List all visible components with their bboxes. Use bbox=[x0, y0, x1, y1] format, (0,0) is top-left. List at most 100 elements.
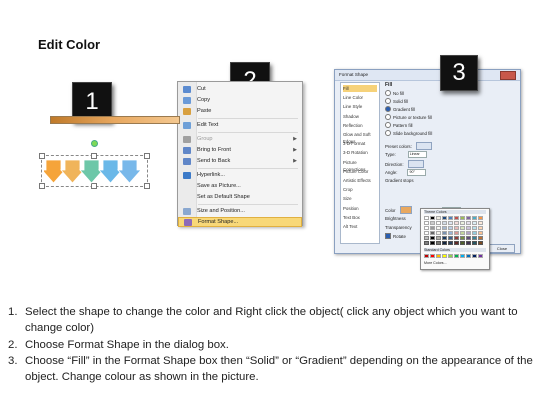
menu-item-send-to-back[interactable]: Send to Back ▶ bbox=[178, 156, 302, 166]
nav-item[interactable]: Alt Text bbox=[343, 223, 377, 230]
color-swatch[interactable] bbox=[466, 226, 471, 230]
nav-item[interactable]: Artistic Effects bbox=[343, 177, 377, 184]
color-swatch[interactable] bbox=[436, 236, 441, 240]
nav-item[interactable]: Line Color bbox=[343, 94, 377, 101]
color-swatch[interactable] bbox=[436, 231, 441, 235]
gradient-bar[interactable] bbox=[50, 116, 180, 124]
fill-option[interactable]: Gradient fill bbox=[385, 106, 415, 112]
nav-item[interactable]: Line Style bbox=[343, 103, 377, 110]
color-swatch[interactable] bbox=[460, 236, 465, 240]
color-swatch[interactable] bbox=[478, 254, 483, 258]
radio-button[interactable] bbox=[385, 114, 391, 120]
color-swatch[interactable] bbox=[472, 241, 477, 245]
color-swatch[interactable] bbox=[442, 236, 447, 240]
resize-handle-bottom-right[interactable] bbox=[144, 183, 150, 189]
color-swatch[interactable] bbox=[448, 231, 453, 235]
arrow-shape[interactable] bbox=[98, 159, 123, 184]
color-picker-button[interactable] bbox=[399, 206, 412, 214]
color-swatch[interactable] bbox=[448, 226, 453, 230]
color-swatch[interactable] bbox=[448, 216, 453, 220]
color-swatch[interactable] bbox=[448, 254, 453, 258]
color-swatch[interactable] bbox=[430, 254, 435, 258]
direction-dropdown[interactable] bbox=[407, 160, 424, 168]
color-swatch[interactable] bbox=[472, 231, 477, 235]
color-swatch[interactable] bbox=[424, 231, 429, 235]
nav-item[interactable]: Picture Color bbox=[343, 168, 377, 175]
color-swatch[interactable] bbox=[436, 216, 441, 220]
color-swatch[interactable] bbox=[478, 216, 483, 220]
color-swatch[interactable] bbox=[466, 254, 471, 258]
type-select[interactable]: Linear bbox=[407, 151, 427, 158]
color-swatch[interactable] bbox=[454, 216, 459, 220]
arrow-shapes[interactable] bbox=[44, 158, 144, 186]
color-swatch[interactable] bbox=[442, 216, 447, 220]
color-swatch[interactable] bbox=[454, 241, 459, 245]
color-swatch[interactable] bbox=[430, 241, 435, 245]
menu-item-paste[interactable]: Paste bbox=[178, 106, 302, 116]
color-swatch[interactable] bbox=[454, 236, 459, 240]
color-swatch[interactable] bbox=[430, 236, 435, 240]
color-swatch[interactable] bbox=[460, 231, 465, 235]
color-swatch[interactable] bbox=[460, 241, 465, 245]
color-swatch[interactable] bbox=[436, 241, 441, 245]
nav-item[interactable]: Reflection bbox=[343, 122, 377, 129]
color-swatch[interactable] bbox=[424, 226, 429, 230]
color-swatch[interactable] bbox=[442, 226, 447, 230]
nav-item[interactable]: Text Box bbox=[343, 214, 377, 221]
color-swatch[interactable] bbox=[454, 254, 459, 258]
fill-option[interactable]: Picture or texture fill bbox=[385, 114, 432, 120]
color-swatch[interactable] bbox=[448, 236, 453, 240]
color-swatch[interactable] bbox=[454, 221, 459, 225]
menu-item-format-shape[interactable]: Format Shape... bbox=[178, 217, 302, 227]
more-colors-link[interactable]: More Colors... bbox=[424, 261, 447, 265]
arrow-shape[interactable] bbox=[79, 159, 104, 184]
color-swatch[interactable] bbox=[454, 231, 459, 235]
color-swatch[interactable] bbox=[478, 241, 483, 245]
color-swatch[interactable] bbox=[436, 226, 441, 230]
color-swatch[interactable] bbox=[442, 231, 447, 235]
color-swatch[interactable] bbox=[442, 241, 447, 245]
color-swatch[interactable] bbox=[472, 216, 477, 220]
color-swatch[interactable] bbox=[472, 226, 477, 230]
rotate-checkbox[interactable] bbox=[385, 233, 391, 239]
close-button[interactable]: Close bbox=[489, 244, 515, 253]
color-swatch[interactable] bbox=[466, 236, 471, 240]
color-swatch[interactable] bbox=[472, 236, 477, 240]
nav-item[interactable]: Glow and Soft Edges bbox=[343, 131, 377, 144]
color-swatch[interactable] bbox=[466, 216, 471, 220]
color-swatch[interactable] bbox=[430, 216, 435, 220]
menu-item-bring-to-front[interactable]: Bring to Front ▶ bbox=[178, 145, 302, 155]
color-swatch[interactable] bbox=[466, 231, 471, 235]
fill-option[interactable]: Slide background fill bbox=[385, 130, 432, 136]
color-swatch[interactable] bbox=[454, 226, 459, 230]
color-swatch[interactable] bbox=[478, 231, 483, 235]
color-swatch[interactable] bbox=[472, 221, 477, 225]
color-swatch[interactable] bbox=[442, 221, 447, 225]
menu-item-edit-text[interactable]: Edit Text bbox=[178, 120, 302, 130]
color-swatch[interactable] bbox=[478, 236, 483, 240]
arrow-shape[interactable] bbox=[60, 159, 85, 184]
radio-button[interactable] bbox=[385, 106, 391, 112]
radio-button[interactable] bbox=[385, 90, 391, 96]
fill-option[interactable]: Pattern fill bbox=[385, 122, 413, 128]
radio-button[interactable] bbox=[385, 130, 391, 136]
menu-item-save-as-picture[interactable]: Save as Picture... bbox=[178, 181, 302, 191]
nav-item[interactable]: Size bbox=[343, 195, 377, 202]
color-swatch[interactable] bbox=[430, 221, 435, 225]
color-swatch[interactable] bbox=[478, 226, 483, 230]
nav-item[interactable]: Crop bbox=[343, 186, 377, 193]
color-swatch[interactable] bbox=[424, 221, 429, 225]
color-swatch[interactable] bbox=[448, 241, 453, 245]
nav-item[interactable]: Picture Corrections bbox=[343, 159, 377, 172]
color-swatch[interactable] bbox=[424, 236, 429, 240]
color-swatch[interactable] bbox=[436, 254, 441, 258]
color-swatch[interactable] bbox=[424, 216, 429, 220]
color-swatch[interactable] bbox=[478, 221, 483, 225]
color-swatch[interactable] bbox=[430, 226, 435, 230]
nav-item[interactable]: Fill bbox=[343, 85, 377, 92]
menu-item-copy[interactable]: Copy bbox=[178, 95, 302, 105]
color-swatch[interactable] bbox=[430, 231, 435, 235]
radio-button[interactable] bbox=[385, 98, 391, 104]
color-swatch[interactable] bbox=[460, 226, 465, 230]
nav-item[interactable]: Position bbox=[343, 205, 377, 212]
